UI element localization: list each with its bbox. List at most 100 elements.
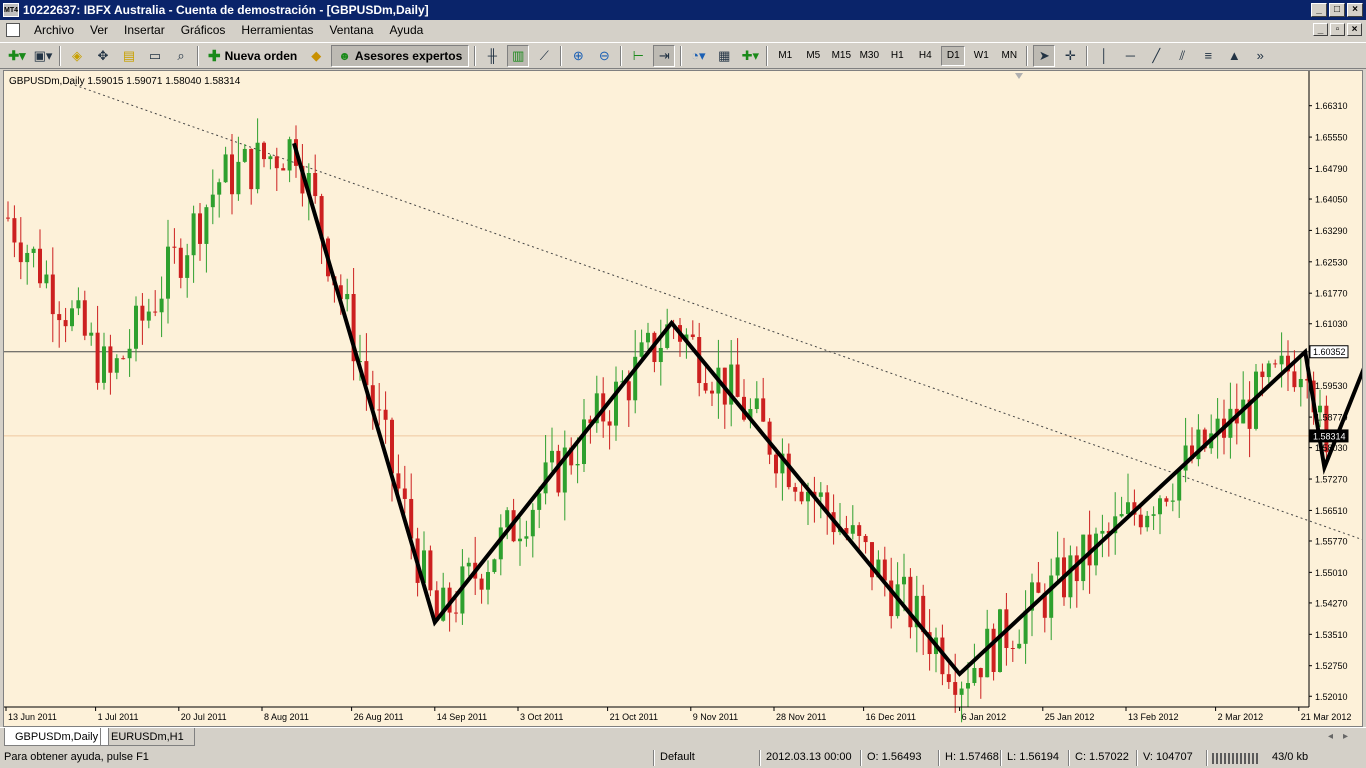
menu-graficos[interactable]: Gráficos	[173, 23, 234, 37]
menu-ver[interactable]: Ver	[82, 23, 116, 37]
minimize-button[interactable]: _	[1311, 3, 1327, 17]
shapes-icon[interactable]: ▲	[1223, 45, 1245, 67]
new-chart-icon[interactable]: ✚▾	[6, 45, 28, 67]
timeframe-m15[interactable]: M15	[829, 46, 853, 66]
time-tick-label: 13 Feb 2012	[1128, 712, 1179, 722]
chart-window-icon[interactable]	[6, 23, 20, 37]
market-watch-icon[interactable]: ◈	[66, 45, 88, 67]
candle-body	[959, 688, 964, 695]
candle-body	[134, 305, 138, 349]
indicators-icon[interactable]: ✚▾	[739, 45, 761, 67]
strategy-tester-icon[interactable]: ⌕	[170, 45, 192, 67]
candle-body	[345, 294, 350, 300]
line-chart-icon[interactable]: ⟋	[533, 45, 555, 67]
toolbar-overflow-icon[interactable]: »	[1249, 45, 1271, 67]
timeframe-m30[interactable]: M30	[857, 46, 881, 66]
candle-body	[127, 348, 132, 359]
timeframe-h4[interactable]: H4	[913, 46, 937, 66]
price-chart[interactable]: 1.66310 1.65550 1.64790 1.64050 1.63290 1.625…	[4, 71, 1362, 726]
candle-body	[985, 628, 990, 678]
fibonacci-icon[interactable]: ≡	[1197, 45, 1219, 67]
price-tick-label: 1.54270	[1315, 598, 1348, 608]
child-minimize-button[interactable]: _	[1313, 23, 1328, 36]
status-help: Para obtener ayuda, pulse F1	[4, 751, 149, 763]
time-tick-label: 26 Aug 2011	[354, 712, 404, 722]
navigator-icon[interactable]: ✥	[92, 45, 114, 67]
tab-scroll-arrows-icon[interactable]: ◂▸	[1328, 731, 1358, 742]
candlestick-icon[interactable]: ▥	[507, 44, 530, 67]
status-bar: Para obtener ayuda, pulse F1 Default 201…	[0, 748, 1366, 768]
candle-body	[166, 246, 170, 299]
candle-body	[121, 358, 126, 360]
child-restore-button[interactable]: ▫	[1330, 23, 1345, 36]
candle-body	[799, 491, 804, 502]
trendline-icon[interactable]: ╱	[1145, 45, 1167, 67]
chart-window[interactable]: 1.66310 1.65550 1.64790 1.64050 1.63290 1.625…	[3, 70, 1363, 727]
candle-body	[818, 492, 823, 497]
price-tick-label: 1.59530	[1315, 381, 1348, 391]
vertical-line-icon[interactable]: │	[1093, 45, 1115, 67]
candle-body	[191, 213, 196, 256]
horizontal-line-icon[interactable]: ─	[1119, 45, 1141, 67]
templates-icon[interactable]: ▦	[713, 45, 735, 67]
chart-tabs: GBPUSDm,Daily EURUSDm,H1 ◂▸	[0, 727, 1366, 747]
menu-insertar[interactable]: Insertar	[116, 23, 173, 37]
time-tick-label: 8 Aug 2011	[264, 712, 309, 722]
candle-body	[204, 207, 209, 244]
candle-body	[556, 450, 561, 493]
timeframe-m5[interactable]: M5	[801, 46, 825, 66]
candle-body	[466, 562, 471, 567]
menu-herramientas[interactable]: Herramientas	[233, 23, 321, 37]
cursor-icon[interactable]: ➤	[1033, 44, 1056, 67]
candle-body	[146, 311, 151, 321]
terminal-icon[interactable]: ▭	[144, 45, 166, 67]
candle-body	[1260, 371, 1265, 378]
periods-icon[interactable]: ◔▾	[687, 45, 709, 67]
candle-body	[402, 488, 407, 499]
chart-shift-icon[interactable]: ⇥	[653, 44, 676, 67]
price-tick-label: 1.61770	[1315, 289, 1348, 299]
close-button[interactable]: ×	[1347, 3, 1363, 17]
candle-body	[1055, 557, 1060, 576]
crosshair-icon[interactable]: ✛	[1059, 45, 1081, 67]
new-order-icon: ✚	[208, 47, 221, 65]
candle-body	[703, 383, 708, 391]
zoom-in-icon[interactable]: ⊕	[567, 45, 589, 67]
candle-body	[1158, 498, 1162, 515]
candle-body	[1177, 470, 1182, 501]
candle-body	[1151, 514, 1156, 516]
candle-body	[882, 559, 887, 581]
candle-body	[140, 305, 145, 321]
timeframe-w1[interactable]: W1	[969, 46, 993, 66]
candle-body	[108, 346, 113, 373]
child-close-button[interactable]: ×	[1347, 23, 1362, 36]
candle-body	[690, 334, 695, 338]
folder-icon[interactable]: ▤	[118, 45, 140, 67]
channel-icon[interactable]: ⫽	[1171, 45, 1193, 67]
menu-ventana[interactable]: Ventana	[321, 23, 381, 37]
tab-eurusdm-h1[interactable]: EURUSDm,H1	[100, 728, 195, 746]
profiles-icon[interactable]: ▣▾	[32, 45, 54, 67]
menu-archivo[interactable]: Archivo	[26, 23, 82, 37]
candle-body	[1273, 363, 1278, 365]
timeframe-m1[interactable]: M1	[773, 46, 797, 66]
bid-price-label: 1.58314	[1313, 431, 1346, 441]
alert-icon[interactable]: ◆	[305, 45, 327, 67]
autoscroll-icon[interactable]: ⊢	[627, 45, 649, 67]
status-traffic: 43/0 kb	[1272, 751, 1309, 763]
timeframe-h1[interactable]: H1	[885, 46, 909, 66]
zoom-out-icon[interactable]: ⊖	[593, 45, 615, 67]
new-order-button[interactable]: ✚ Nueva orden	[204, 45, 301, 67]
candle-body	[31, 248, 36, 253]
expert-advisors-label: Asesores expertos	[354, 48, 463, 63]
expert-advisors-button[interactable]: ☻ Asesores expertos	[331, 44, 470, 67]
maximize-button[interactable]: □	[1329, 3, 1345, 17]
menu-ayuda[interactable]: Ayuda	[381, 23, 431, 37]
bar-chart-icon[interactable]: ╫	[481, 45, 503, 67]
timeframe-mn[interactable]: MN	[997, 46, 1021, 66]
timeframe-d1[interactable]: D1	[941, 45, 966, 66]
status-volume: V: 104707	[1143, 751, 1193, 763]
candle-body	[255, 142, 260, 190]
candle-body	[1036, 582, 1041, 593]
tab-gbpusdm-daily[interactable]: GBPUSDm,Daily	[4, 728, 110, 746]
